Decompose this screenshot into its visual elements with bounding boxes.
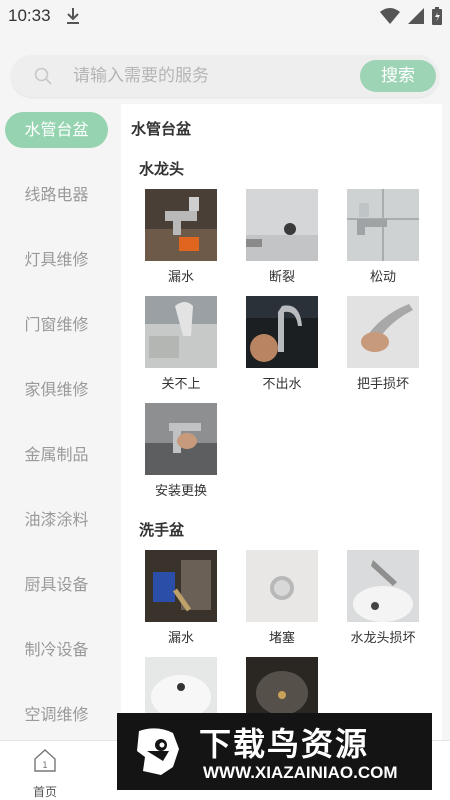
service-label: 堵塞 (268, 631, 295, 646)
signal-icon (408, 8, 424, 24)
basin-leak-photo (145, 550, 217, 622)
wifi-icon (380, 8, 400, 24)
bird-logo-icon (123, 721, 189, 783)
section-title-washbasin: 洗手盆 (139, 521, 185, 539)
watermark-url: WWW.XIAZAINIAO.COM (203, 763, 398, 782)
service-label: 不出水 (262, 377, 302, 392)
battery-icon (432, 7, 442, 25)
download-icon (67, 8, 79, 24)
service-label: 松动 (369, 270, 396, 285)
service-label: 断裂 (268, 270, 295, 285)
sidebar-item-metal[interactable]: 金属制品 (0, 437, 113, 473)
section-title-faucet: 水龙头 (139, 160, 185, 178)
sidebar-item-plumbing[interactable]: 水管台盆 (5, 112, 108, 148)
install-replace-photo (145, 403, 217, 475)
search-input[interactable] (73, 61, 363, 91)
category-sidebar: 水管台盆 线路电器 灯具维修 门窗维修 家俱维修 金属制品 油漆涂料 厨具设备 … (0, 104, 115, 740)
cannot-close-faucet-photo (145, 296, 217, 368)
watermark: 下载鸟资源 WWW.XIAZAINIAO.COM (117, 713, 432, 790)
leaking-faucet-photo (145, 189, 217, 261)
clogged-drain-photo (246, 550, 318, 622)
sidebar-item-doors-windows[interactable]: 门窗维修 (0, 307, 113, 343)
no-water-faucet-photo (246, 296, 318, 368)
svg-text:1: 1 (42, 761, 48, 771)
service-label: 漏水 (167, 631, 194, 646)
status-bar: 10:33 (0, 0, 450, 34)
page-title: 水管台盆 (131, 120, 192, 138)
sidebar-item-air-conditioning[interactable]: 空调维修 (0, 697, 113, 733)
sidebar-item-paint[interactable]: 油漆涂料 (0, 502, 113, 538)
service-label: 关不上 (161, 377, 201, 392)
search-bar: 搜索 (11, 55, 439, 97)
nav-home[interactable]: 1 首页 (5, 747, 85, 799)
main-content: 水管台盆 水龙头 漏水 断裂 松动 关不上 不出水 把手损坏 安装更换 洗手盆 … (121, 104, 442, 740)
watermark-title: 下载鸟资源 (199, 725, 370, 763)
service-label: 把手损坏 (356, 377, 409, 392)
sidebar-item-refrigeration[interactable]: 制冷设备 (0, 632, 113, 668)
status-time: 10:33 (8, 6, 51, 25)
basin-faucet-damaged-photo (347, 550, 419, 622)
service-label: 漏水 (167, 270, 194, 285)
home-icon: 1 (34, 749, 56, 772)
broken-handle-photo (347, 296, 419, 368)
search-icon (34, 67, 52, 85)
nav-home-label: 首页 (32, 785, 57, 799)
service-label: 水龙头损坏 (350, 631, 416, 646)
sidebar-item-furniture[interactable]: 家俱维修 (0, 372, 113, 408)
sidebar-item-kitchen[interactable]: 厨具设备 (0, 567, 113, 603)
search-button[interactable]: 搜索 (360, 60, 436, 92)
sidebar-item-electrical[interactable]: 线路电器 (0, 177, 113, 213)
loose-faucet-photo (347, 189, 419, 261)
sidebar-item-lighting[interactable]: 灯具维修 (0, 242, 113, 278)
broken-faucet-photo (246, 189, 318, 261)
service-label: 安装更换 (154, 484, 207, 499)
